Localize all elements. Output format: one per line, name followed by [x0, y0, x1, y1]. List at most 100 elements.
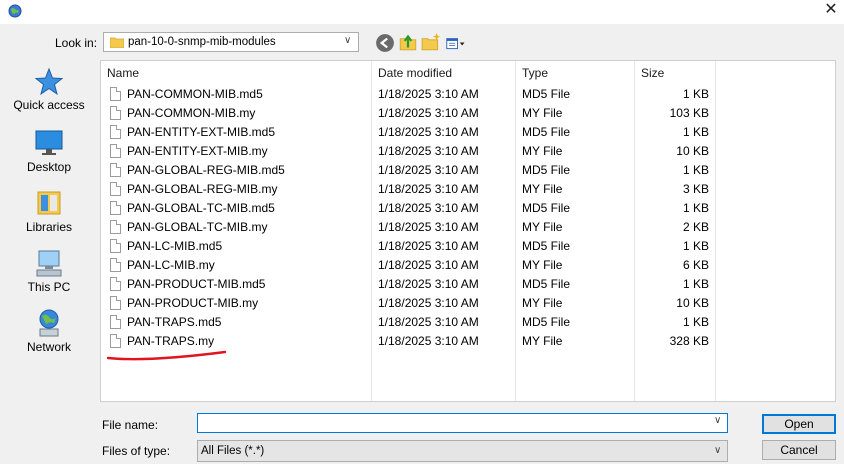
computer-icon [36, 250, 62, 277]
place-label: Quick access [13, 98, 85, 112]
file-icon [110, 106, 121, 120]
file-name-cell: PAN-PRODUCT-MIB.my [127, 296, 259, 310]
file-date-cell: 1/18/2025 3:10 AM [378, 201, 479, 215]
file-date-cell: 1/18/2025 3:10 AM [378, 334, 479, 348]
file-type-cell: MD5 File [522, 87, 571, 101]
file-row[interactable]: PAN-PRODUCT-MIB.my 1/18/2025 3:10 AM MY Fi… [101, 294, 835, 313]
file-row[interactable]: PAN-GLOBAL-TC-MIB.my 1/18/2025 3:10 AM MY … [101, 218, 835, 237]
file-name-cell: PAN-LC-MIB.md5 [127, 239, 223, 253]
file-type-cell: MY File [522, 144, 563, 158]
file-icon [110, 144, 121, 158]
file-row[interactable]: PAN-ENTITY-EXT-MIB.my 1/18/2025 3:10 AM MY… [101, 142, 835, 161]
file-type-cell: MY File [522, 106, 563, 120]
file-date-cell: 1/18/2025 3:10 AM [378, 296, 479, 310]
file-type-cell: MY File [522, 334, 563, 348]
file-size-cell: 103 KB [669, 106, 709, 120]
file-size-cell: 1 KB [682, 125, 709, 139]
file-size-cell: 328 KB [669, 334, 709, 348]
place-network[interactable]: Network [0, 308, 98, 356]
look-in-dropdown[interactable]: pan-10-0-snmp-mib-modules ∨ [103, 32, 359, 52]
new-folder-icon[interactable] [421, 32, 441, 52]
star-icon [34, 67, 64, 96]
file-type-cell: MY File [522, 220, 563, 234]
close-icon[interactable]: ✕ [818, 0, 844, 22]
place-label: This PC [27, 280, 71, 294]
file-row[interactable]: PAN-TRAPS.md5 1/18/2025 3:10 AM MD5 File 1 … [101, 313, 835, 332]
look-in-value: pan-10-0-snmp-mib-modules [128, 36, 276, 48]
file-icon [110, 87, 121, 101]
up-folder-icon[interactable] [398, 32, 418, 52]
file-icon [110, 182, 121, 196]
file-date-cell: 1/18/2025 3:10 AM [378, 106, 479, 120]
file-type-label: Files of type: [102, 444, 171, 458]
place-quick-access[interactable]: Quick access [0, 66, 98, 116]
file-size-cell: 1 KB [682, 87, 709, 101]
file-row[interactable]: PAN-PRODUCT-MIB.md5 1/18/2025 3:10 AM MD5 … [101, 275, 835, 294]
file-icon [110, 163, 121, 177]
place-label: Desktop [26, 160, 72, 174]
file-size-cell: 1 KB [682, 315, 709, 329]
file-size-cell: 1 KB [682, 201, 709, 215]
column-header-name[interactable]: Name [107, 66, 139, 80]
cancel-button[interactable]: Cancel [762, 440, 836, 460]
file-row[interactable]: PAN-COMMON-MIB.md5 1/18/2025 3:10 AM MD5 F… [101, 85, 835, 104]
open-button[interactable]: Open [762, 414, 836, 434]
file-icon [110, 239, 121, 253]
file-date-cell: 1/18/2025 3:10 AM [378, 144, 479, 158]
chevron-down-icon[interactable]: ∨ [714, 415, 721, 426]
column-header-date[interactable]: Date modified [378, 66, 452, 80]
file-icon [110, 220, 121, 234]
place-label: Network [26, 340, 71, 354]
file-icon [110, 315, 121, 329]
file-name-cell: PAN-TRAPS.my [127, 334, 215, 348]
chevron-down-icon[interactable]: ∨ [344, 35, 351, 46]
file-size-cell: 10 KB [676, 296, 709, 310]
file-name-cell: PAN-COMMON-MIB.my [127, 106, 256, 120]
chevron-down-icon[interactable]: ∨ [714, 445, 721, 456]
file-date-cell: 1/18/2025 3:10 AM [378, 220, 479, 234]
file-type-cell: MD5 File [522, 125, 571, 139]
look-in-label: Look in: [55, 36, 98, 50]
file-name-cell: PAN-GLOBAL-REG-MIB.my [127, 182, 278, 196]
file-date-cell: 1/18/2025 3:10 AM [378, 315, 479, 329]
place-label: Libraries [25, 220, 73, 234]
file-name-cell: PAN-LC-MIB.my [127, 258, 215, 272]
file-name-cell: PAN-GLOBAL-REG-MIB.md5 [127, 163, 285, 177]
file-icon [110, 277, 121, 291]
view-menu-icon[interactable] [446, 34, 466, 54]
file-name-cell: PAN-ENTITY-EXT-MIB.md5 [127, 125, 276, 139]
file-row[interactable]: PAN-GLOBAL-TC-MIB.md5 1/18/2025 3:10 AM MD… [101, 199, 835, 218]
file-type-cell: MD5 File [522, 277, 571, 291]
file-icon [110, 201, 121, 215]
file-size-cell: 10 KB [676, 144, 709, 158]
places-bar: Quick access Desktop Libraries This PC N… [0, 56, 98, 408]
file-size-cell: 6 KB [682, 258, 709, 272]
file-row[interactable]: PAN-LC-MIB.my 1/18/2025 3:10 AM MY File 6 K… [101, 256, 835, 275]
file-row[interactable]: PAN-GLOBAL-REG-MIB.my 1/18/2025 3:10 AM MY… [101, 180, 835, 199]
place-this-pc[interactable]: This PC [0, 248, 98, 296]
file-name-cell: PAN-GLOBAL-TC-MIB.md5 [127, 201, 275, 215]
back-icon[interactable] [375, 33, 395, 53]
file-type-value: All Files (*.*) [201, 445, 265, 457]
column-header-type[interactable]: Type [522, 66, 548, 80]
place-desktop[interactable]: Desktop [0, 128, 98, 176]
file-row[interactable]: PAN-LC-MIB.md5 1/18/2025 3:10 AM MD5 File 1… [101, 237, 835, 256]
file-name-input[interactable] [197, 413, 728, 433]
folder-icon [110, 37, 124, 48]
file-date-cell: 1/18/2025 3:10 AM [378, 258, 479, 272]
libraries-icon [37, 191, 61, 215]
file-row[interactable]: PAN-COMMON-MIB.my 1/18/2025 3:10 AM MY Fil… [101, 104, 835, 123]
column-header-size[interactable]: Size [641, 66, 664, 80]
file-date-cell: 1/18/2025 3:10 AM [378, 125, 479, 139]
file-type-dropdown[interactable]: All Files (*.*) ∨ [197, 440, 728, 462]
file-type-cell: MY File [522, 258, 563, 272]
file-size-cell: 1 KB [682, 239, 709, 253]
file-date-cell: 1/18/2025 3:10 AM [378, 239, 479, 253]
file-type-cell: MD5 File [522, 201, 571, 215]
file-row[interactable]: PAN-GLOBAL-REG-MIB.md5 1/18/2025 3:10 AM M… [101, 161, 835, 180]
place-libraries[interactable]: Libraries [0, 188, 98, 236]
file-type-cell: MY File [522, 296, 563, 310]
file-row[interactable]: PAN-ENTITY-EXT-MIB.md5 1/18/2025 3:10 AM M… [101, 123, 835, 142]
file-icon [110, 296, 121, 310]
network-icon [39, 309, 59, 337]
